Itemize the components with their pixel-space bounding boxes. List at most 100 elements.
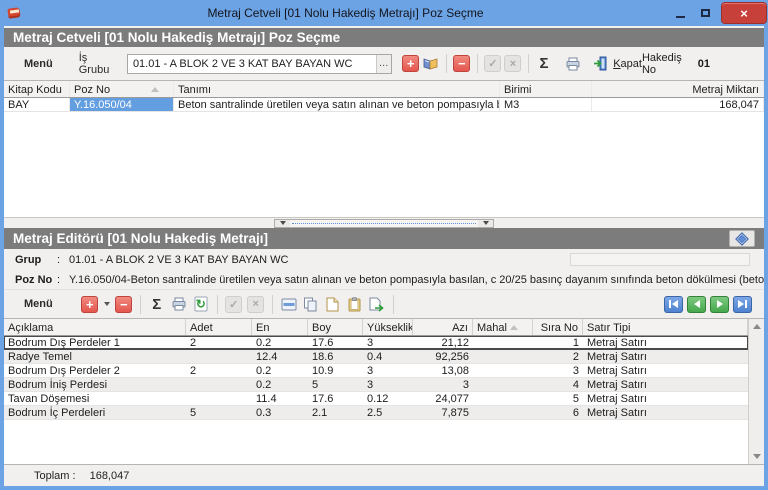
column-header-y-kseklik[interactable]: Yükseklik	[363, 319, 413, 335]
cell: 17.6	[308, 392, 363, 405]
editor-grid-empty-area	[4, 420, 748, 464]
column-header-sat-r-tipi[interactable]: Satır Tipi	[583, 319, 748, 335]
cell: 0.2	[252, 364, 308, 377]
cell: 2.5	[363, 406, 413, 419]
kapat-button[interactable]: Kapat	[593, 56, 642, 71]
editor-grid-header: AçıklamaAdetEnBoyYükseklikAzıMahalSıra N…	[4, 319, 748, 336]
splitter-handle[interactable]	[274, 219, 494, 228]
add-row-dropdown-arrow[interactable]	[104, 302, 110, 306]
splitter-collapse-right-button[interactable]	[478, 220, 493, 227]
cell: BAY	[4, 98, 70, 111]
cell: 5	[186, 406, 252, 419]
cell: Bodrum İç Perdeleri	[4, 406, 186, 419]
editor-approve-button: ✓	[224, 294, 244, 314]
poz-grid: Kitap KoduPoz NoTanımıBirimiMetraj Mikta…	[4, 80, 764, 217]
scrollbar-up-button[interactable]	[749, 319, 764, 334]
cell: 3	[363, 364, 413, 377]
column-header-s-ra-no[interactable]: Sıra No	[533, 319, 583, 335]
row-icon	[281, 298, 297, 311]
remove-row-button[interactable]: −	[114, 294, 134, 314]
toolbar-separator	[477, 54, 478, 73]
progress-box	[570, 253, 750, 266]
plus-icon: +	[81, 296, 98, 313]
nav-first-button[interactable]	[664, 296, 683, 313]
column-header-a-klama[interactable]: Açıklama	[4, 319, 186, 335]
column-header-mahal[interactable]: Mahal	[473, 319, 533, 335]
toolbar-separator	[528, 54, 529, 73]
splitter-collapse-left-button[interactable]	[275, 220, 290, 227]
column-header-adet[interactable]: Adet	[186, 319, 252, 335]
vertical-scrollbar[interactable]	[748, 319, 764, 464]
paste-icon	[369, 297, 384, 312]
minimize-button[interactable]	[668, 4, 693, 22]
record-navigation	[664, 296, 756, 313]
nav-last-button[interactable]	[733, 296, 752, 313]
column-header-birimi[interactable]: Birimi	[500, 81, 592, 97]
table-row[interactable]: Bodrum Dış Perdeler 120.217.6321,121Metr…	[4, 336, 748, 350]
colon: :	[57, 274, 69, 286]
cell: Metraj Satırı	[583, 350, 748, 363]
window: Metraj Cetveli [01 Nolu Hakediş Metrajı]…	[0, 0, 768, 490]
is-grubu-combo[interactable]: 01.01 - A BLOK 2 VE 3 KAT BAY BAYAN WC …	[127, 54, 392, 74]
column-header-tan-m[interactable]: Tanımı	[174, 81, 500, 97]
splitter-dots[interactable]	[292, 223, 476, 224]
new-page-button[interactable]	[323, 294, 343, 314]
column-header-kitap-kodu[interactable]: Kitap Kodu	[4, 81, 70, 97]
colon: :	[57, 254, 69, 266]
menu-button[interactable]: Menü	[24, 58, 53, 70]
table-row[interactable]: Tavan Döşemesi11.417.60.1224,0775Metraj …	[4, 392, 748, 406]
toolbar-separator	[272, 295, 273, 314]
refresh-icon: ↻	[196, 297, 206, 311]
editor-sum-button[interactable]: Σ	[147, 294, 167, 314]
table-row[interactable]: Radye Temel12.418.60.492,2562Metraj Satı…	[4, 350, 748, 364]
close-icon: ×	[740, 7, 748, 20]
column-header-boy[interactable]: Boy	[308, 319, 363, 335]
table-row[interactable]: Bodrum İç Perdeleri50.32.12.57,8756Metra…	[4, 406, 748, 420]
minimize-icon	[676, 16, 685, 18]
pozno-value: Y.16.050/04-Beton santralinde üretilen v…	[69, 274, 764, 286]
cell	[473, 336, 533, 349]
statusbar: Toplam : 168,047	[4, 464, 764, 486]
scrollbar-down-button[interactable]	[749, 449, 764, 464]
editor-toolbar: Menü + − Σ ↻ ✓ ×	[4, 289, 764, 318]
cell: 3	[363, 336, 413, 349]
paste-button[interactable]	[367, 294, 387, 314]
arrow-left-icon	[694, 300, 700, 308]
poz-book-button[interactable]	[422, 54, 440, 74]
maximize-button[interactable]	[693, 4, 718, 22]
chevron-down-icon	[280, 221, 286, 225]
column-header-en[interactable]: En	[252, 319, 308, 335]
toolbar-separator	[393, 295, 394, 314]
print-button[interactable]	[564, 54, 582, 74]
detail-button[interactable]	[729, 230, 755, 247]
add-row-button[interactable]: +	[80, 294, 100, 314]
insert-row-button[interactable]	[279, 294, 299, 314]
sum-button[interactable]: Σ	[535, 54, 553, 74]
last-icon	[745, 300, 747, 308]
clipboard-button[interactable]	[345, 294, 365, 314]
browse-button[interactable]: …	[376, 55, 391, 73]
remove-poz-button[interactable]: −	[453, 54, 471, 74]
chevron-down-icon	[483, 221, 489, 225]
column-header-poz-no[interactable]: Poz No	[70, 81, 174, 97]
cell: Metraj Satırı	[583, 406, 748, 419]
editor-menu-button[interactable]: Menü	[24, 298, 53, 310]
add-poz-button[interactable]: +	[402, 54, 420, 74]
nav-prev-button[interactable]	[687, 296, 706, 313]
toolbar-separator	[140, 295, 141, 314]
cell	[186, 350, 252, 363]
column-header-metraj-miktar[interactable]: Metraj Miktarı	[592, 81, 764, 97]
cell: 0.4	[363, 350, 413, 363]
column-header-az[interactable]: Azı	[413, 319, 473, 335]
nav-next-button[interactable]	[710, 296, 729, 313]
table-row[interactable]: Bodrum Dış Perdeler 220.210.9313,083Metr…	[4, 364, 748, 378]
editor-print-button[interactable]	[169, 294, 189, 314]
titlebar: Metraj Cetveli [01 Nolu Hakediş Metrajı]…	[0, 0, 768, 26]
refresh-button[interactable]: ↻	[191, 294, 211, 314]
cell: 2	[186, 364, 252, 377]
close-button[interactable]: ×	[722, 3, 766, 23]
table-row[interactable]: Bodrum İniş Perdesi0.25334Metraj Satırı	[4, 378, 748, 392]
table-row[interactable]: BAYY.16.050/04Beton santralinde üretilen…	[4, 98, 764, 112]
grup-row: Grup : 01.01 - A BLOK 2 VE 3 KAT BAY BAY…	[4, 249, 764, 270]
copy-button[interactable]	[301, 294, 321, 314]
